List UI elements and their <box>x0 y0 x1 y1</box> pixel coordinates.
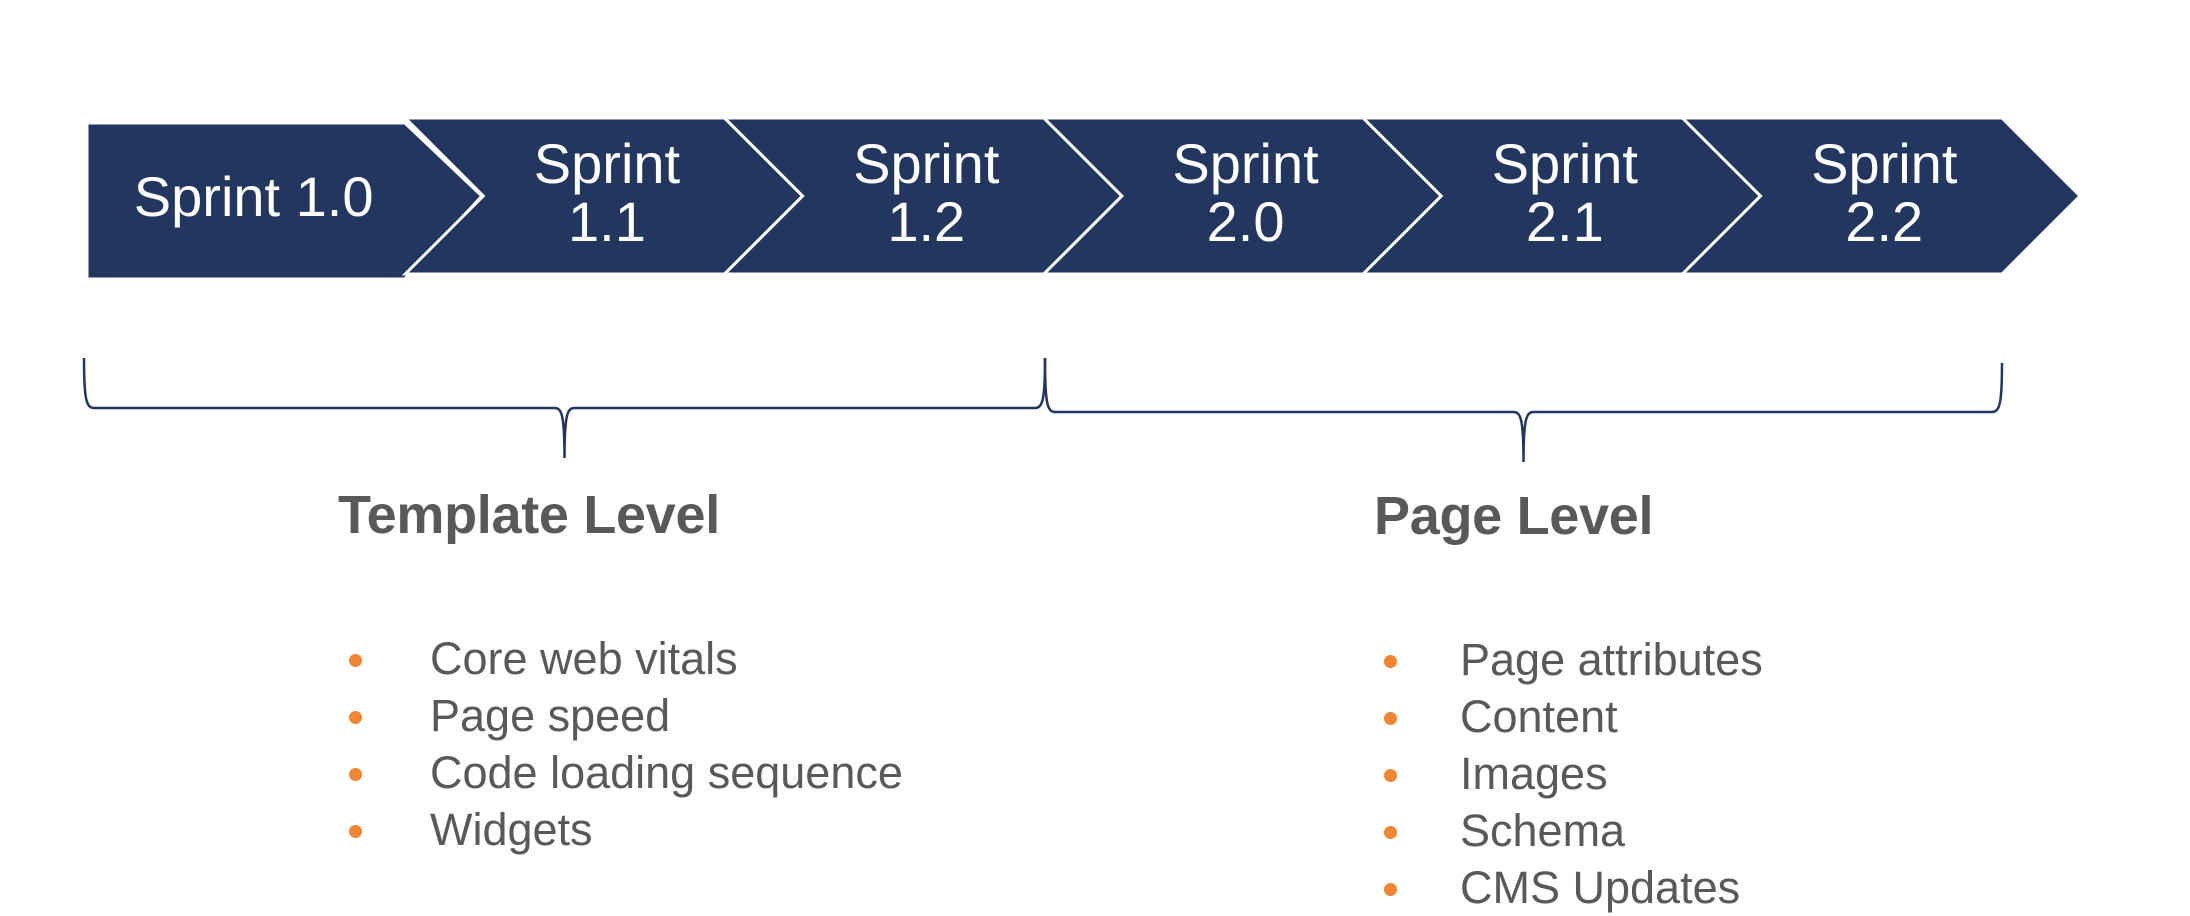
sprint-label-line1: Sprint <box>1172 132 1319 195</box>
list-item: Page attributes <box>1374 631 1763 688</box>
sprint-label-line1: Sprint <box>534 132 681 195</box>
list-item: Images <box>1374 745 1653 802</box>
sprint-label-line2: 1.2 <box>887 190 965 253</box>
page-level-list: Page attributes Content Images Schema CM… <box>1374 631 1763 916</box>
sprint-label-line1: Sprint <box>853 132 1000 195</box>
list-item: Schema <box>1374 802 1653 859</box>
bullet-icon <box>1384 769 1397 782</box>
template-level-title: Template Level <box>338 485 720 545</box>
sprint-label-line2: 2.2 <box>1845 190 1923 253</box>
list-item: Widgets <box>338 801 720 858</box>
sprint-label-line2: 2.1 <box>1526 190 1604 253</box>
sprint-label-line1: Sprint <box>1811 132 1958 195</box>
template-level-list: Core web vitals Page speed Code loading … <box>338 630 903 858</box>
template-level-section: Template Level Core web vitals Page spee… <box>338 485 903 858</box>
sprint-label-line2: 1.1 <box>568 190 646 253</box>
list-item: CMS Updates <box>1374 859 1740 916</box>
bullet-icon <box>349 768 362 781</box>
list-item: Page speed <box>338 687 720 744</box>
bullet-icon <box>349 654 362 667</box>
bullet-icon <box>1384 712 1397 725</box>
page-level-bracket <box>1043 357 2004 463</box>
sprint-label: Sprint 1.0 <box>134 165 374 228</box>
sprint-label-line1: Sprint <box>1492 132 1639 195</box>
bullet-icon <box>1384 826 1397 839</box>
bullet-icon <box>1384 883 1397 896</box>
bullet-icon <box>1384 655 1397 668</box>
page-level-title: Page Level <box>1374 486 1654 546</box>
template-level-bracket <box>82 357 1047 459</box>
list-item: Core web vitals <box>338 630 738 687</box>
bracket-row <box>82 357 2004 463</box>
list-item: Content <box>1374 688 1653 745</box>
sprint-timeline-diagram: Sprint 1.0Sprint1.1Sprint1.2Sprint2.0Spr… <box>82 116 2083 463</box>
list-item: Code loading sequence <box>338 744 903 801</box>
bullet-icon <box>349 825 362 838</box>
sprint-label-line2: 2.0 <box>1207 190 1285 253</box>
page-level-section: Page Level Page attributes Content Image… <box>1374 486 1763 916</box>
sprint-chevron-row: Sprint 1.0Sprint1.1Sprint1.2Sprint2.0Spr… <box>83 116 2083 283</box>
bullet-icon <box>349 711 362 724</box>
